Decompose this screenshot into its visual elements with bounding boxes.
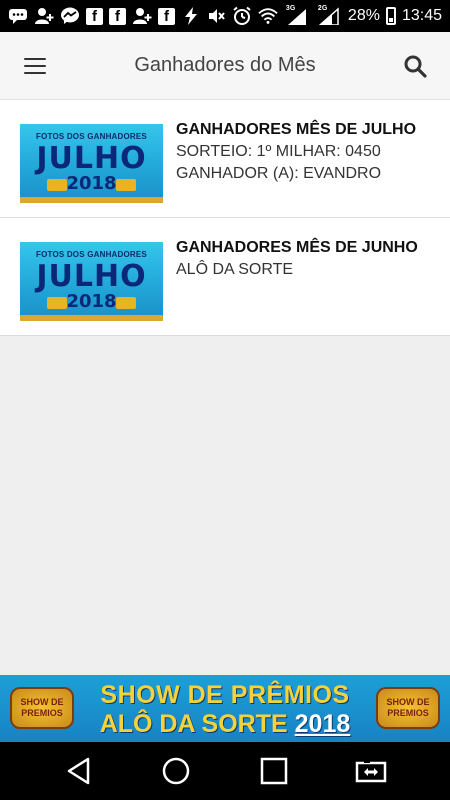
clock: 13:45 [401,7,442,24]
menu-button[interactable] [0,32,70,100]
thumb-year: 2018 [66,291,117,312]
add-friend-icon [132,7,152,25]
thumb-badge [116,297,136,309]
battery-percent: 28% [347,7,380,24]
list-item-line: SORTEIO: 1º MILHAR: 0450 [176,143,381,160]
recents-button[interactable] [249,746,299,796]
banner-subline-text: ALÔ DA SORTE [99,710,288,738]
signal-icon: 3G [284,5,310,25]
list-item[interactable]: FOTOS DOS GANHADORES JULHO 2018 GANHADOR… [0,100,450,218]
battery-icon [385,7,396,25]
wifi-icon [258,7,278,25]
back-icon [67,757,89,785]
list-item-text: GANHADORES MÊS DE JUNHO ALÔ DA SORTE [176,236,418,281]
winners-list: FOTOS DOS GANHADORES JULHO 2018 GANHADOR… [0,100,450,336]
banner-year: 2018 [294,710,351,738]
recents-icon [260,757,287,785]
thumb-month: JULHO [36,259,147,294]
home-icon [163,757,190,785]
thumbnail-image: FOTOS DOS GANHADORES JULHO 2018 [20,242,163,321]
thumb-year: 2018 [66,173,117,194]
home-button[interactable] [151,746,201,796]
screen-rotate-icon [356,759,387,783]
add-friend-icon [34,7,54,25]
search-icon [404,55,427,78]
signal-badge: 3G [285,5,296,12]
mute-icon [206,7,226,25]
facebook-icon: f [86,7,103,25]
list-item-line: GANHADOR (A): EVANDRO [176,165,382,182]
facebook-icon: f [158,7,175,25]
thumbnail-image: FOTOS DOS GANHADORES JULHO 2018 [20,124,163,203]
facebook-icon: f [109,7,126,25]
list-item-line: ALÔ DA SORTE [176,261,294,278]
navigation-bar [0,742,450,800]
thumb-caption: FOTOS DOS GANHADORES [36,132,147,141]
list-item-text: GANHADORES MÊS DE JULHO SORTEIO: 1º MILH… [176,118,416,185]
lightning-icon [181,7,201,25]
app-bar: Ganhadores do Mês [0,32,450,100]
rotate-button[interactable] [346,746,396,796]
banner-logo: SHOW DE PREMIOS [376,687,440,729]
status-bar: f f f 3G 2G 28% 13:45 [0,0,450,32]
thumb-caption: FOTOS DOS GANHADORES [36,250,147,259]
search-button[interactable] [380,32,450,100]
chat-notification-icon [8,7,28,25]
status-system: 3G 2G 28% 13:45 [206,5,442,25]
back-button[interactable] [54,746,104,796]
thumb-strip [20,315,163,321]
signal-badge: 2G [317,5,328,12]
messenger-icon [60,7,80,25]
page-title: Ganhadores do Mês [134,54,316,76]
banner-logo-text: SHOW DE PREMIOS [386,697,430,718]
list-item-title: GANHADORES MÊS DE JULHO [176,121,417,138]
signal-icon: 2G [316,5,342,25]
list-item-title: GANHADORES MÊS DE JUNHO [176,239,418,256]
status-notifications: f f f [8,7,201,25]
thumb-badge [116,179,136,191]
thumb-month: JULHO [36,141,147,176]
promo-banner[interactable]: SHOW DE PREMIOS SHOW DE PRÊMIOS ALÔ DA S… [0,675,450,742]
menu-icon [24,57,46,74]
alarm-icon [232,6,252,25]
list-item[interactable]: FOTOS DOS GANHADORES JULHO 2018 GANHADOR… [0,218,450,336]
thumb-strip [20,197,163,203]
